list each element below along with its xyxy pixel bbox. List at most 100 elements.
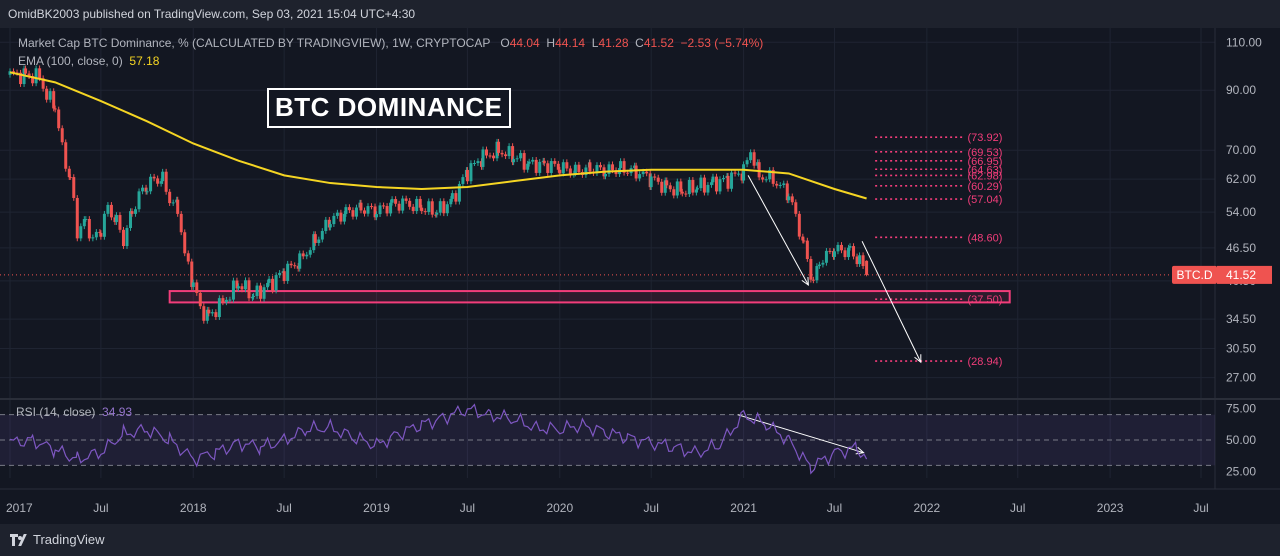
- fib-levels: (73.92)(69.53)(66.95)(64.63)(62.98)(60.2…: [875, 132, 1002, 368]
- time-tick-3: Jul: [276, 501, 291, 515]
- candle-body-39: [130, 211, 134, 214]
- candle-body-71: [231, 280, 235, 300]
- candle-body-12: [48, 91, 52, 100]
- candle-body-47: [156, 178, 160, 184]
- candle-body-192: [604, 173, 607, 177]
- candle-body-84: [271, 278, 275, 291]
- high-label: H: [546, 36, 556, 50]
- candle-body-30: [102, 213, 106, 237]
- candle-body-40: [134, 209, 138, 214]
- time-tick-8: 2021: [730, 501, 757, 515]
- candle-body-212: [665, 180, 669, 186]
- candle-body-123: [390, 199, 394, 203]
- candle-body-85: [274, 275, 278, 291]
- candle-body-225: [706, 184, 710, 193]
- candle-body-70: [228, 299, 232, 301]
- fib-label-5: (60.29): [968, 181, 1003, 193]
- candle-body-60: [195, 282, 199, 293]
- candle-body-96: [308, 250, 312, 255]
- price-chart[interactable]: (73.92)(69.53)(66.95)(64.63)(62.98)(60.2…: [0, 28, 1280, 524]
- candle-body-65: [210, 312, 214, 314]
- candle-body-114: [362, 210, 366, 214]
- tradingview-brand: TradingView: [33, 532, 105, 547]
- candle-body-31: [106, 204, 110, 214]
- fib-label-7: (48.60): [968, 232, 1003, 244]
- price-tick-9: 27.00: [1226, 371, 1256, 385]
- candle-body-263: [824, 250, 828, 263]
- candle-body-239: [749, 152, 753, 161]
- candle-body-168: [531, 159, 535, 162]
- support-zone: [168, 290, 1011, 304]
- candle-body-163: [515, 158, 519, 160]
- candle-body-234: [733, 172, 737, 174]
- candle-body-152: [481, 149, 485, 167]
- candle-body-24: [84, 218, 88, 220]
- candle-body-44: [145, 191, 149, 193]
- candle-body-253: [794, 202, 798, 214]
- candle-body-257: [805, 240, 809, 259]
- candle-body-187: [588, 162, 592, 172]
- candle-body-135: [430, 201, 434, 215]
- time-tick-1: Jul: [93, 501, 108, 515]
- change-value: −2.53 (−5.74%): [680, 36, 764, 50]
- candle-body-199: [626, 172, 630, 174]
- candle-body-158: [500, 152, 504, 155]
- candle-body-105: [335, 212, 339, 216]
- candle-body-45: [149, 176, 153, 192]
- candle-body-259: [811, 279, 815, 281]
- candle-body-229: [718, 179, 722, 192]
- time-tick-4: 2019: [363, 501, 390, 515]
- candle-body-124: [394, 199, 398, 204]
- candle-body-205: [645, 171, 649, 174]
- candle-body-233: [730, 172, 734, 189]
- trend-arrows: [737, 175, 922, 455]
- candle-body-80: [259, 285, 263, 299]
- candle-body-268: [839, 244, 843, 251]
- candle-body-132: [420, 207, 424, 212]
- candle-body-218: [684, 193, 688, 195]
- candle-body-last: [865, 260, 869, 275]
- candle-body-178: [561, 162, 565, 174]
- candle-body-64: [207, 309, 211, 314]
- candle-body-74: [240, 286, 244, 290]
- candle-body-193: [607, 164, 611, 174]
- candle-body-35: [118, 215, 122, 230]
- candle-body-254: [797, 213, 801, 237]
- candle-body-242: [757, 162, 761, 178]
- candle-body-204: [641, 171, 645, 175]
- candle-body-223: [699, 177, 703, 189]
- candle-body-197: [619, 161, 623, 169]
- candle-body-41: [137, 191, 141, 210]
- candle-body-177: [558, 169, 562, 174]
- chart-legend: Market Cap BTC Dominance, % (CALCULATED …: [18, 34, 763, 70]
- rsi-tick-1: 50.00: [1226, 433, 1256, 447]
- candle-body-94: [301, 253, 305, 257]
- candle-body-232: [726, 175, 730, 189]
- annotation-title: BTC DOMINANCE: [267, 88, 511, 128]
- candle-body-157: [497, 141, 501, 153]
- tradingview-logo[interactable]: TradingView: [10, 532, 105, 547]
- candle-body-34: [114, 215, 118, 223]
- candle-body-68: [221, 298, 225, 303]
- candle-body-248: [778, 184, 782, 186]
- price-value-text: 41.52: [1226, 268, 1256, 282]
- candle-body-116: [370, 206, 374, 208]
- candle-body-91: [293, 265, 297, 267]
- candle-body-164: [519, 153, 523, 159]
- candle-body-55: [179, 213, 183, 233]
- candle-body-54: [176, 199, 180, 214]
- price-tick-8: 30.50: [1226, 342, 1256, 356]
- candle-body-219: [687, 179, 691, 195]
- candle-body-215: [675, 181, 679, 196]
- candle-body-66: [214, 312, 218, 318]
- candle-body-252: [790, 196, 794, 203]
- time-tick-12: 2023: [1097, 501, 1124, 515]
- candle-body-238: [745, 160, 749, 165]
- tradingview-icon: [10, 533, 28, 546]
- candle-body-148: [469, 163, 473, 182]
- high-value: 44.14: [555, 36, 586, 50]
- candle-body-237: [742, 164, 746, 181]
- open-value: 44.04: [509, 36, 540, 50]
- candle-body-103: [328, 224, 332, 228]
- candle-body-267: [836, 244, 840, 252]
